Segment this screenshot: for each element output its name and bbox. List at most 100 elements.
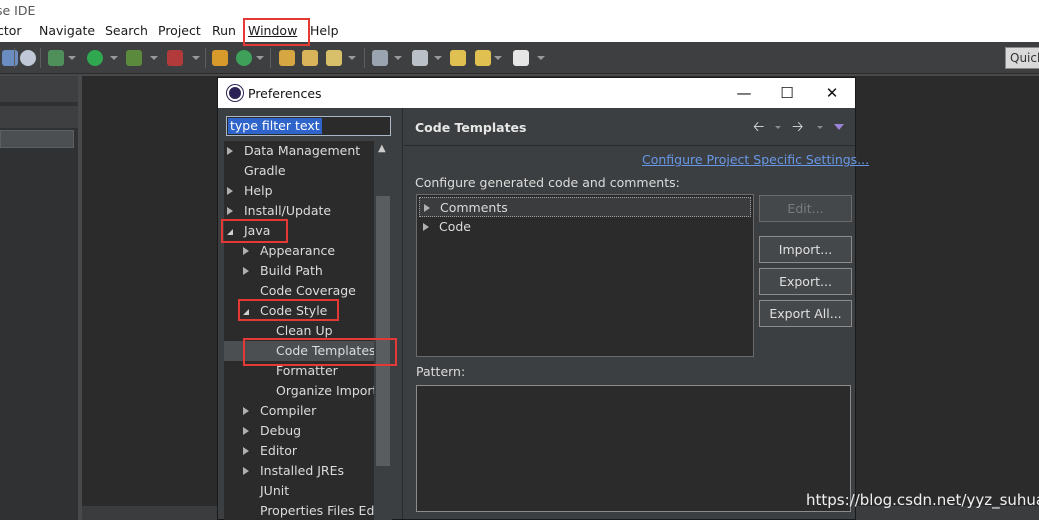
expand-arrow-icon[interactable]: [227, 187, 233, 195]
search-dropdown-icon[interactable]: [394, 56, 402, 60]
next-annotation-dropdown-icon[interactable]: [434, 56, 442, 60]
template-node-label: Code: [439, 219, 472, 234]
last-edit-icon[interactable]: [450, 50, 466, 66]
new-java-project-icon[interactable]: [212, 50, 228, 66]
tree-node-label: Organize Import: [276, 383, 374, 398]
menu-help[interactable]: Help: [310, 23, 339, 38]
menu-navigate[interactable]: Navigate: [39, 23, 95, 38]
toolbar-separator: [364, 48, 365, 68]
page-header: Code Templates 🡠 🡢: [404, 108, 855, 146]
search-icon[interactable]: [372, 50, 388, 66]
external-tools-dropdown-icon[interactable]: [192, 56, 200, 60]
expand-arrow-icon[interactable]: [423, 223, 429, 231]
annotation-code-templates-node: [243, 338, 397, 366]
edit-button[interactable]: Edit...: [759, 195, 852, 222]
view-toolbar: [0, 106, 78, 128]
toolbar-save-icon[interactable]: [2, 50, 18, 66]
annotation-icon[interactable]: [326, 50, 342, 66]
preference-page: Code Templates 🡠 🡢 Configure Project Spe…: [404, 108, 869, 519]
debug-icon[interactable]: [48, 50, 64, 66]
tree-node-label: Properties Files Edi: [260, 503, 374, 518]
tree-node-label: Gradle: [244, 163, 286, 178]
dialog-title-bar: Preferences — ☐ ✕: [218, 78, 855, 108]
back-icon[interactable]: [475, 50, 491, 66]
tree-node-label: Installed JREs: [260, 463, 345, 478]
watermark-text: https://blog.csdn.net/yyz_suhua: [806, 491, 1039, 509]
expand-arrow-icon[interactable]: [243, 267, 249, 275]
eclipse-logo-icon: [227, 85, 243, 101]
templates-tree: Comments Code: [416, 194, 754, 357]
annotation-dropdown-icon[interactable]: [348, 56, 356, 60]
open-task-icon[interactable]: [302, 50, 318, 66]
expand-arrow-icon[interactable]: [227, 207, 233, 215]
menu-run[interactable]: Run: [212, 23, 236, 38]
expand-arrow-icon[interactable]: [227, 147, 233, 155]
back-dropdown-icon[interactable]: [494, 56, 502, 60]
minimize-icon[interactable]: —: [732, 82, 756, 104]
skip-breakpoints-icon[interactable]: [20, 50, 36, 66]
scroll-up-icon[interactable]: ▲: [378, 143, 386, 154]
scrollbar-thumb[interactable]: [376, 196, 390, 466]
next-annotation-icon[interactable]: [412, 50, 428, 66]
tree-node-label: Compiler: [260, 403, 317, 418]
tree-node-label: Debug: [260, 423, 302, 438]
pattern-label: Pattern:: [416, 364, 466, 379]
import-button[interactable]: Import...: [759, 236, 852, 263]
open-type-icon[interactable]: [279, 50, 295, 66]
new-class-dropdown-icon[interactable]: [256, 56, 264, 60]
filter-input[interactable]: type filter text: [226, 116, 391, 136]
tree-node-label: Code Coverage: [260, 283, 356, 298]
pattern-textarea[interactable]: [416, 385, 851, 512]
configure-project-settings-link[interactable]: Configure Project Specific Settings...: [642, 152, 869, 167]
toolbar-separator: [40, 48, 41, 68]
menu-refactor[interactable]: ctor: [0, 23, 22, 38]
forward-icon[interactable]: [513, 50, 529, 66]
forward-arrow-icon[interactable]: 🡢: [792, 116, 803, 140]
annotation-window-menu: [243, 18, 310, 46]
menu-project[interactable]: Project: [158, 23, 201, 38]
back-arrow-icon[interactable]: 🡠: [753, 116, 764, 140]
toolbar-separator: [205, 48, 206, 68]
tree-node-label: Build Path: [260, 263, 323, 278]
quick-access-field[interactable]: Quick: [1005, 47, 1039, 69]
tree-node-label: Editor: [260, 443, 297, 458]
new-class-icon[interactable]: [236, 50, 252, 66]
explorer-row[interactable]: [0, 130, 74, 148]
preferences-tree: Data Management Gradle Help Install/Update J…: [224, 141, 374, 520]
tree-node-label: JUnit: [260, 483, 290, 498]
expand-arrow-icon[interactable]: [243, 447, 249, 455]
expand-arrow-icon[interactable]: [243, 427, 249, 435]
expand-arrow-icon[interactable]: [243, 247, 249, 255]
forward-history-dropdown-icon[interactable]: [817, 126, 823, 129]
back-history-dropdown-icon[interactable]: [775, 126, 781, 129]
forward-dropdown-icon[interactable]: [537, 56, 545, 60]
tree-node-label: Appearance: [260, 243, 336, 258]
annotation-java-node: [221, 219, 288, 243]
menu-search[interactable]: Search: [105, 23, 148, 38]
page-title: Code Templates: [415, 120, 527, 135]
toolbar-separator: [270, 48, 271, 68]
debug-dropdown-icon[interactable]: [68, 56, 76, 60]
close-icon[interactable]: ✕: [820, 82, 844, 104]
tree-node-label: Install/Update: [244, 203, 332, 218]
tree-scrollbar[interactable]: ▲: [374, 141, 392, 520]
coverage-dropdown-icon[interactable]: [150, 56, 158, 60]
export-all-button[interactable]: Export All...: [759, 300, 852, 327]
run-icon[interactable]: [87, 50, 103, 66]
expand-arrow-icon[interactable]: [243, 407, 249, 415]
run-coverage-icon[interactable]: [126, 50, 142, 66]
export-button[interactable]: Export...: [759, 268, 852, 295]
tree-node-label: Help: [244, 183, 273, 198]
run-dropdown-icon[interactable]: [110, 56, 118, 60]
toolbar-separator: [14, 48, 15, 68]
page-menu-icon[interactable]: [834, 124, 844, 130]
template-node-comments[interactable]: Comments: [419, 197, 751, 217]
ide-title: se IDE: [0, 3, 36, 18]
external-tools-icon[interactable]: [167, 50, 183, 66]
template-node-code[interactable]: Code: [419, 217, 751, 237]
expand-arrow-icon[interactable]: [424, 204, 430, 212]
tree-node-label: Data Management: [244, 143, 361, 158]
expand-arrow-icon[interactable]: [243, 467, 249, 475]
configure-label: Configure generated code and comments:: [415, 175, 680, 190]
maximize-icon[interactable]: ☐: [775, 82, 799, 104]
